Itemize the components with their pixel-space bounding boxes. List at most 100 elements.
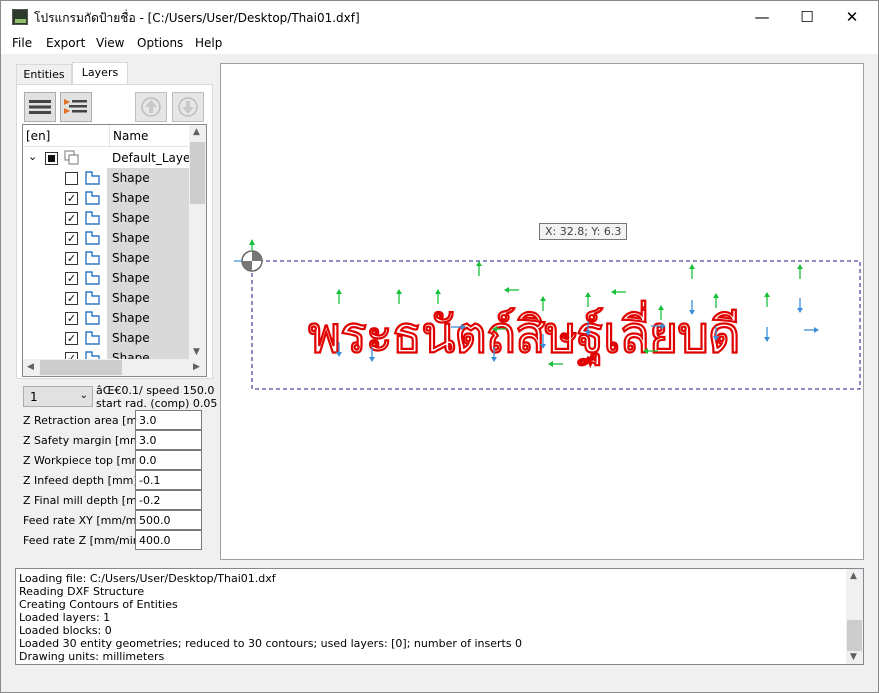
shape-icon — [85, 331, 100, 345]
shape-checkbox[interactable]: ✓ — [65, 252, 78, 265]
shape-row[interactable]: ✓ Shape — [23, 328, 190, 348]
arrow-up-icon — [141, 97, 161, 117]
shape-checkbox[interactable]: ✓ — [65, 272, 78, 285]
drawing-text: พระธนัตถ์สิษฐ์เลี่ยบดี — [308, 301, 739, 365]
shape-checkbox[interactable]: ✓ — [65, 312, 78, 325]
shape-label: Shape — [112, 191, 150, 205]
param-input[interactable]: -0.1 — [135, 470, 202, 490]
tab-entities[interactable]: Entities — [16, 64, 72, 85]
param-label: Z Infeed depth [mm] — [23, 474, 138, 487]
layer-row[interactable]: ⌄ Default_Layer — [23, 148, 195, 168]
shape-icon — [85, 211, 100, 225]
log-line: Loaded blocks: 0 — [19, 624, 112, 637]
tree-horizontal-scrollbar[interactable]: ◀ ▶ — [23, 359, 206, 376]
shape-checkbox[interactable] — [65, 172, 78, 185]
move-down-button[interactable] — [172, 92, 204, 122]
param-input[interactable]: 500.0 — [135, 510, 202, 530]
shape-label: Shape — [112, 311, 150, 325]
coordinate-tooltip: X: 32.8; Y: 6.3 — [539, 223, 628, 240]
log-line: Loaded layers: 1 — [19, 611, 111, 624]
shape-row[interactable]: ✓ Shape — [23, 288, 190, 308]
param-input[interactable]: -0.2 — [135, 490, 202, 510]
shape-row[interactable]: ✓ Shape — [23, 228, 190, 248]
drawing-canvas[interactable]: พระธนัตถ์สิษฐ์เลี่ยบดี X: 32.8; Y: 6.3 — [220, 63, 864, 560]
log-scrollbar[interactable]: ▲ ▼ — [846, 569, 863, 664]
scroll-left-icon[interactable]: ◀ — [27, 362, 34, 372]
log-line: Loading file: C:/Users/User/Desktop/Thai… — [19, 572, 276, 585]
menu-help[interactable]: Help — [195, 36, 222, 50]
param-label: Z Workpiece top [mm] — [23, 454, 147, 467]
shape-checkbox[interactable]: ✓ — [65, 232, 78, 245]
tool-select[interactable]: 1 ⌄ — [23, 386, 93, 407]
app-icon — [12, 9, 28, 25]
direction-arrow — [689, 264, 695, 279]
origin-marker[interactable] — [234, 239, 263, 272]
log-line: Creating Contours of Entities — [19, 598, 178, 611]
shape-row[interactable]: ✓ Shape — [23, 268, 190, 288]
shape-label: Shape — [112, 171, 150, 185]
column-name[interactable]: Name — [113, 129, 148, 143]
shape-label: Shape — [112, 251, 150, 265]
menu-options[interactable]: Options — [137, 36, 183, 50]
tree-hscroll-thumb[interactable] — [40, 360, 122, 375]
menu-view[interactable]: View — [96, 36, 124, 50]
shape-row[interactable]: ✓ Shape — [23, 208, 190, 228]
shape-row[interactable]: ✓ Shape — [23, 248, 190, 268]
param-label: Feed rate Z [mm/min] — [23, 534, 145, 547]
tree-expand-icon — [64, 99, 87, 114]
direction-arrow — [797, 298, 803, 313]
shape-checkbox[interactable]: ✓ — [65, 332, 78, 345]
app-window: โปรแกรมกัดป้ายชื่อ - [C:/Users/User/Desk… — [0, 0, 879, 693]
scroll-right-icon[interactable]: ▶ — [193, 362, 200, 372]
param-label: Z Retraction area [mm] — [23, 414, 153, 427]
minimize-button[interactable]: — — [739, 1, 785, 32]
move-up-button[interactable] — [135, 92, 167, 122]
chevron-down-icon[interactable]: ⌄ — [28, 150, 37, 163]
shape-row[interactable]: Shape — [23, 168, 190, 188]
layer-tree[interactable]: [en] Name ⌄ Default_Layer Shape ✓ Shape ✓ Sh… — [22, 124, 207, 377]
shape-label: Shape — [112, 331, 150, 345]
param-input[interactable]: 0.0 — [135, 450, 202, 470]
close-button[interactable]: ✕ — [829, 1, 875, 32]
collapse-all-button[interactable] — [24, 92, 56, 122]
param-label: Feed rate XY [mm/min] — [23, 514, 151, 527]
shape-icon — [85, 171, 100, 185]
tree-vertical-scrollbar[interactable]: ▲ ▼ — [189, 125, 206, 361]
param-label: Z Final mill depth [mm] — [23, 494, 152, 507]
shape-checkbox[interactable]: ✓ — [65, 212, 78, 225]
shape-icon — [85, 311, 100, 325]
direction-arrow — [396, 289, 402, 304]
tree-scroll-thumb[interactable] — [190, 142, 205, 204]
tab-layers[interactable]: Layers — [72, 62, 128, 85]
expand-all-button[interactable] — [60, 92, 92, 122]
maximize-icon: ☐ — [800, 7, 814, 26]
title-bar: โปรแกรมกัดป้ายชื่อ - [C:/Users/User/Desk… — [1, 1, 878, 32]
scroll-down-icon[interactable]: ▼ — [193, 347, 200, 357]
list-icon — [29, 100, 51, 114]
shape-checkbox[interactable]: ✓ — [65, 292, 78, 305]
scroll-down-icon[interactable]: ▼ — [850, 652, 857, 662]
param-input[interactable]: 3.0 — [135, 410, 202, 430]
maximize-button[interactable]: ☐ — [784, 1, 830, 32]
arrow-down-icon — [178, 97, 198, 117]
scroll-up-icon[interactable]: ▲ — [193, 127, 200, 137]
menu-file[interactable]: File — [12, 36, 32, 50]
shape-checkbox[interactable]: ✓ — [65, 192, 78, 205]
param-input[interactable]: 3.0 — [135, 430, 202, 450]
shape-icon — [85, 191, 100, 205]
log-line: Drawing units: millimeters — [19, 650, 165, 663]
column-separator — [109, 125, 110, 147]
message-log[interactable]: Loading file: C:/Users/User/Desktop/Thai… — [15, 568, 864, 665]
shape-row[interactable]: ✓ Shape — [23, 188, 190, 208]
layer-checkbox[interactable] — [45, 152, 58, 165]
log-scroll-thumb[interactable] — [847, 620, 862, 651]
scroll-up-icon[interactable]: ▲ — [850, 571, 857, 581]
menu-export[interactable]: Export — [46, 36, 85, 50]
shape-row[interactable]: ✓ Shape — [23, 308, 190, 328]
tool-info-line1: âŒ€0.1/ speed 150.0 — [96, 384, 215, 397]
minimize-icon: — — [754, 7, 770, 26]
column-enabled[interactable]: [en] — [26, 129, 50, 143]
param-input[interactable]: 400.0 — [135, 530, 202, 550]
direction-arrow — [435, 289, 441, 304]
tab-layers-label: Layers — [81, 66, 119, 79]
